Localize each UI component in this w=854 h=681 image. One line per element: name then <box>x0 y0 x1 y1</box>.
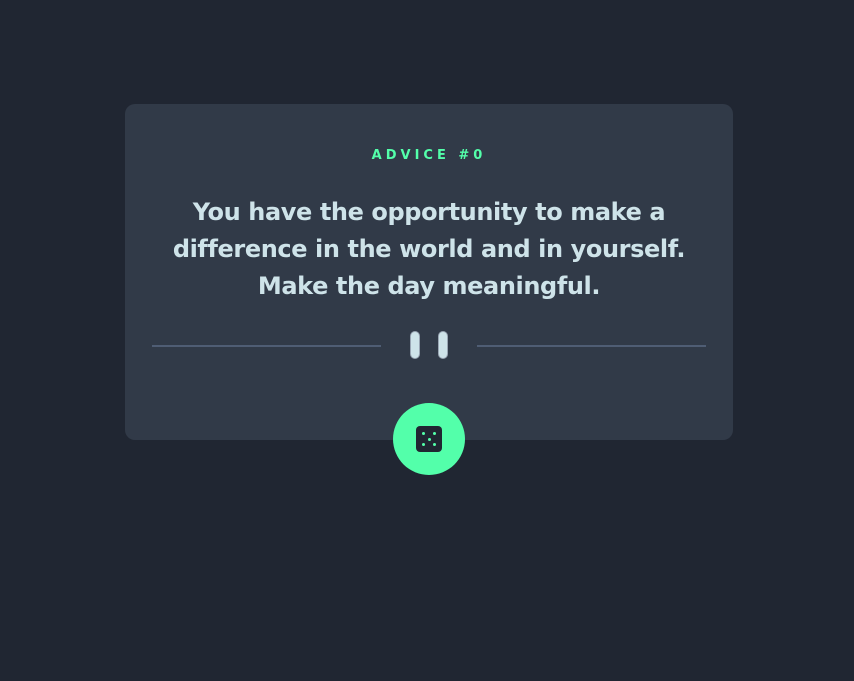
advice-quote-line: Make the day meaningful. <box>257 272 601 300</box>
pause-icon <box>438 331 448 359</box>
dice-icon <box>416 426 442 452</box>
advice-id-label: ADVICE #0 <box>371 148 487 163</box>
advice-quote-line: difference in the world and in yourself. <box>172 235 686 263</box>
pause-icon <box>410 331 420 359</box>
divider-line-left <box>152 345 381 347</box>
advice-quote: You have the opportunity to make a diffe… <box>165 194 693 305</box>
generate-advice-button[interactable] <box>393 403 465 475</box>
advice-quote-line: You have the opportunity to make a <box>192 198 666 226</box>
divider-line-right <box>477 345 706 347</box>
